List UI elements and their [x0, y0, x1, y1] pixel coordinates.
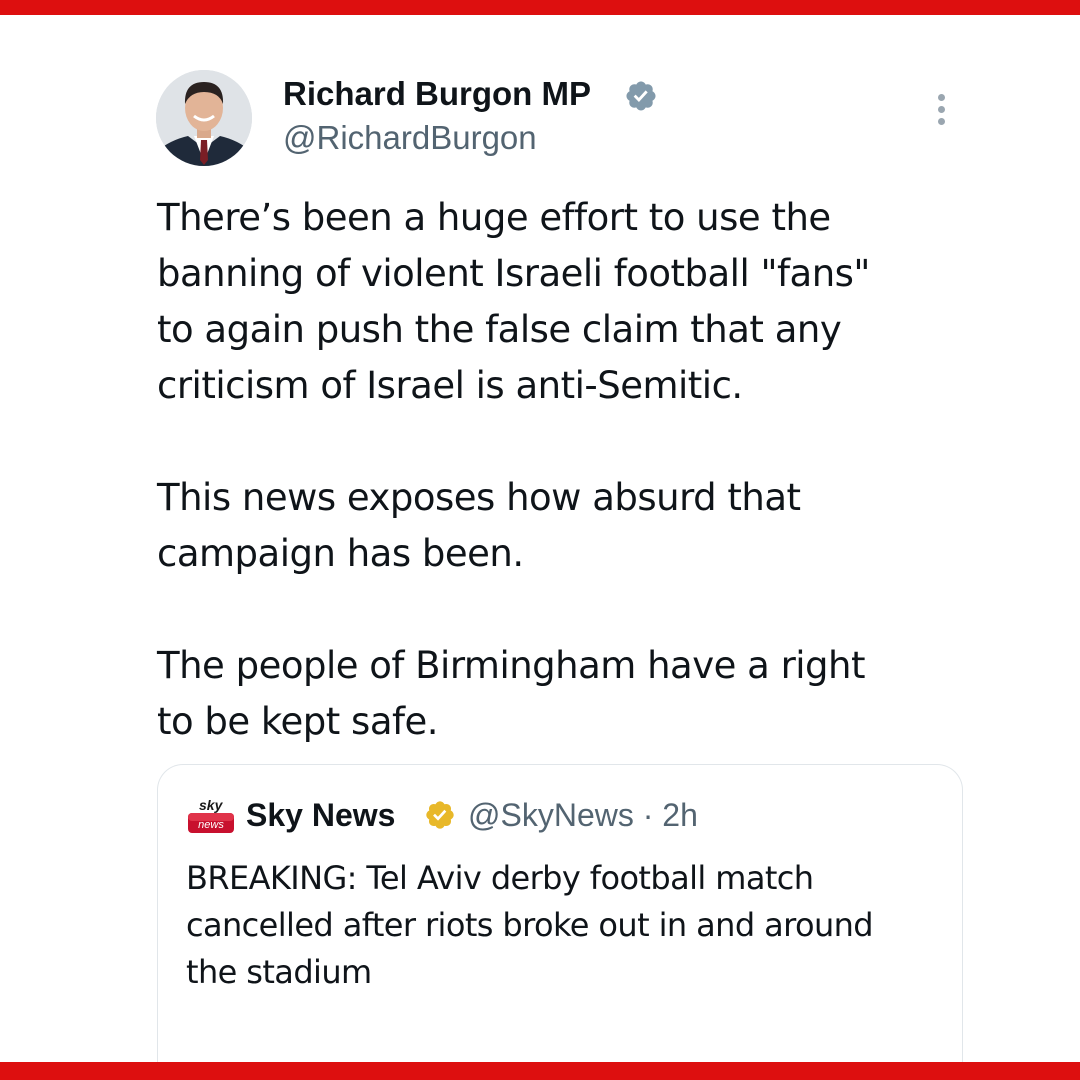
- verified-badge-icon: [626, 81, 656, 111]
- author-display-name[interactable]: Richard Burgon MP: [283, 74, 591, 114]
- quoted-tweet-card[interactable]: sky news Sky News @SkyNews · 2h BREAKING…: [157, 764, 963, 1064]
- sky-logo-top-text: sky: [199, 797, 224, 813]
- bottom-red-border: [0, 1062, 1080, 1080]
- author-handle[interactable]: @RichardBurgon: [283, 118, 537, 158]
- more-options-icon[interactable]: [932, 92, 952, 128]
- sky-news-logo-icon: sky news: [188, 797, 234, 833]
- tweet-paragraph-2: This news exposes how absurd that campai…: [157, 476, 801, 575]
- sky-logo-bottom-text: news: [198, 819, 224, 831]
- avatar-portrait: [156, 70, 252, 166]
- tweet-paragraph-3: The people of Birmingham have a right to…: [157, 644, 866, 743]
- top-red-border: [0, 0, 1080, 15]
- quoted-tweet-text: BREAKING: Tel Aviv derby football match …: [186, 859, 874, 991]
- quoted-handle-and-time[interactable]: @SkyNews · 2h: [468, 795, 698, 835]
- profile-avatar[interactable]: [156, 70, 252, 166]
- tweet-text: There’s been a huge effort to use the ba…: [157, 190, 987, 750]
- quoted-display-name[interactable]: Sky News: [246, 795, 395, 835]
- tweet-paragraph-1: There’s been a huge effort to use the ba…: [157, 196, 870, 407]
- verified-gold-badge-icon: [426, 801, 454, 829]
